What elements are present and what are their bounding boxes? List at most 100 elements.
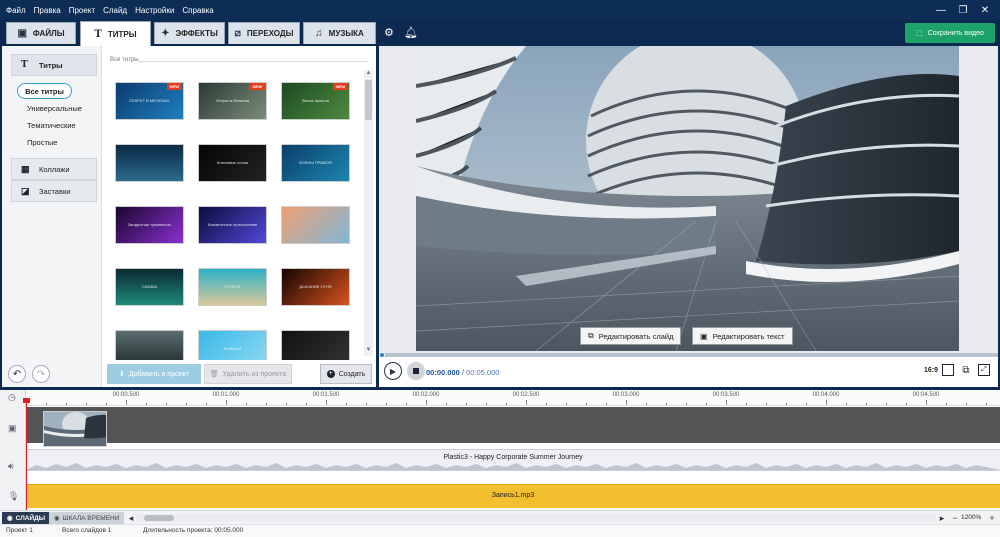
hscroll-thumb[interactable]: [144, 515, 174, 521]
preview-panel: ⧉ Редактировать слайд ▣ Редактировать те…: [379, 46, 998, 387]
title-thumbnail[interactable]: ВОЛНЫ ПРИБОЯ: [281, 144, 350, 182]
fullscreen-icon[interactable]: ⤢: [978, 364, 990, 376]
menu-project[interactable]: Проект: [65, 6, 99, 15]
zoom-out-icon[interactable]: −: [950, 513, 960, 523]
frame-icon[interactable]: [942, 364, 954, 376]
title-thumbnail[interactable]: [115, 330, 184, 360]
menu-slide[interactable]: Слайд: [99, 6, 131, 15]
subcategory-all-titles[interactable]: Все титры: [17, 83, 72, 99]
tab-files[interactable]: ▣ ФАЙЛЫ: [6, 22, 76, 44]
tab-music[interactable]: ♫ МУЗЫКА: [303, 22, 376, 44]
folder-icon: ▣: [17, 28, 27, 39]
subcategory-thematic[interactable]: Тематические: [27, 121, 76, 130]
play-icon: ▶: [389, 366, 397, 376]
preview-area: ⧉ Редактировать слайд ▣ Редактировать те…: [379, 46, 998, 356]
menu-file[interactable]: Файл: [0, 6, 30, 15]
category-intros[interactable]: ◪ Заставки: [11, 180, 97, 202]
progress-knob[interactable]: [379, 352, 385, 358]
title-thumbnail[interactable]: ОТПУСК: [198, 268, 267, 306]
view-mode-bar: ◉ СЛАЙДЫ ◉ ШКАЛА ВРЕМЕНИ ◂ ▸ − 1200% +: [0, 510, 1000, 524]
scroll-up-icon[interactable]: ▲: [364, 70, 373, 79]
tab-titles-label: ТИТРЫ: [107, 29, 137, 39]
ruler-minor-tick: [906, 403, 907, 405]
ruler-tick-label: 00:00.500: [112, 392, 140, 398]
ruler-minor-tick: [146, 403, 147, 405]
gallery-header: Все титры: [110, 57, 139, 63]
ruler-minor-tick: [426, 403, 427, 405]
ruler-minor-tick: [866, 403, 867, 405]
title-thumbnail[interactable]: Загадочная туманность: [115, 206, 184, 244]
ruler-minor-tick: [806, 403, 807, 405]
speaker-icon: 🔊︎: [8, 461, 14, 471]
scroll-thumb[interactable]: [365, 80, 372, 120]
title-thumbnail[interactable]: Ключевые слова: [198, 144, 267, 182]
remove-from-project-button[interactable]: 🗑︎ Удалить из проекта: [204, 364, 292, 384]
timeline-mode-button[interactable]: ◉ ШКАЛА ВРЕМЕНИ: [49, 512, 125, 524]
title-thumbnail[interactable]: [281, 330, 350, 360]
zoom-in-icon[interactable]: +: [987, 513, 997, 523]
title-thumbnail[interactable]: Космическое путешествие: [198, 206, 267, 244]
ruler-minor-tick: [66, 403, 67, 405]
timeline-hscroll[interactable]: [136, 514, 936, 522]
ruler-minor-tick: [986, 403, 987, 405]
minimize-icon[interactable]: —: [930, 2, 952, 18]
ruler-minor-tick: [626, 403, 627, 405]
tab-effects[interactable]: ✦ ЭФФЕКТЫ: [154, 22, 225, 44]
tab-transitions[interactable]: ⧄ ПЕРЕХОДЫ: [228, 22, 300, 44]
ruler-minor-tick: [666, 403, 667, 405]
ruler-minor-tick: [286, 403, 287, 405]
new-badge: NEW: [332, 83, 348, 90]
title-thumbnail[interactable]: СКАЗКА: [115, 268, 184, 306]
save-video-button[interactable]: ⬚ Сохранить видео: [905, 23, 995, 43]
title-thumbnail[interactable]: СЕКРЕТ В МЕЛОЧАХ NEW: [115, 82, 184, 120]
edit-slide-label: Редактировать слайд: [598, 331, 674, 341]
title-thumbnail[interactable]: Отпуск в Испании NEW: [198, 82, 267, 120]
bell-icon[interactable]: 🔔︎: [404, 26, 418, 39]
stop-button[interactable]: [407, 362, 425, 380]
playback-progress-bar[interactable]: [379, 353, 998, 357]
tab-titles[interactable]: T ТИТРЫ: [80, 21, 151, 46]
menu-settings[interactable]: Настройки: [131, 6, 178, 15]
restore-icon[interactable]: ❐: [952, 2, 974, 18]
title-thumbnail[interactable]: Весна пришла NEW: [281, 82, 350, 120]
slides-mode-button[interactable]: ◉ СЛАЙДЫ: [2, 512, 51, 524]
create-button[interactable]: + Создать: [320, 364, 372, 384]
edit-text-label: Редактировать текст: [712, 331, 785, 341]
ruler-minor-tick: [826, 403, 827, 405]
gallery-divider: [138, 61, 368, 62]
slide-clip[interactable]: [43, 411, 107, 447]
scroll-left-icon[interactable]: ◂: [126, 513, 136, 523]
playhead[interactable]: [26, 398, 27, 510]
time-readout: 00:00.000 / 00:05.000: [426, 368, 499, 377]
edit-slide-button[interactable]: ⧉ Редактировать слайд: [580, 327, 682, 345]
add-to-project-button[interactable]: ⬇ Добавить в проект: [107, 364, 201, 384]
subcategory-simple[interactable]: Простые: [27, 138, 57, 147]
edit-text-button[interactable]: ▣ Редактировать текст: [692, 327, 793, 345]
undo-button[interactable]: ↶: [8, 365, 26, 383]
scroll-right-icon[interactable]: ▸: [937, 513, 947, 523]
title-thumbnail[interactable]: [281, 206, 350, 244]
aspect-ratio-label[interactable]: 16:9: [924, 367, 938, 374]
scroll-down-icon[interactable]: ▼: [364, 347, 373, 356]
music-note-icon: ♫: [315, 28, 323, 39]
voice-track[interactable]: Запись1.mp3: [26, 484, 1000, 508]
category-collages[interactable]: ▦ Коллажи: [11, 158, 97, 180]
music-track[interactable]: Plastic3 - Happy Corporate Summer Journe…: [26, 449, 1000, 471]
title-thumbnail[interactable]: ДЫХАНИЕ ОГНЯ: [281, 268, 350, 306]
menu-help[interactable]: Справка: [178, 6, 217, 15]
close-icon[interactable]: ✕: [974, 2, 996, 18]
gear-icon[interactable]: ⚙: [384, 26, 394, 39]
ruler-minor-tick: [486, 403, 487, 405]
gallery-scrollbar[interactable]: ▲ ▼: [364, 70, 373, 356]
title-thumbnail[interactable]: БОКАЛЫ: [198, 330, 267, 360]
snapshot-icon[interactable]: ⧉: [960, 364, 972, 376]
thumbnail-caption: ВОЛНЫ ПРИБОЯ: [299, 160, 332, 165]
ruler-tick-label: 00:03.000: [612, 392, 640, 398]
timeline-ruler[interactable]: 00:00.500 00:01.000 00:01.500 00:02.000 00:0…: [26, 390, 1000, 406]
menu-edit[interactable]: Правка: [30, 6, 65, 15]
title-thumbnail[interactable]: [115, 144, 184, 182]
category-titles[interactable]: T Титры: [11, 54, 97, 76]
subcategory-universal[interactable]: Универсальные: [27, 104, 82, 113]
play-button[interactable]: ▶: [384, 362, 402, 380]
redo-button[interactable]: ↷: [32, 365, 50, 383]
